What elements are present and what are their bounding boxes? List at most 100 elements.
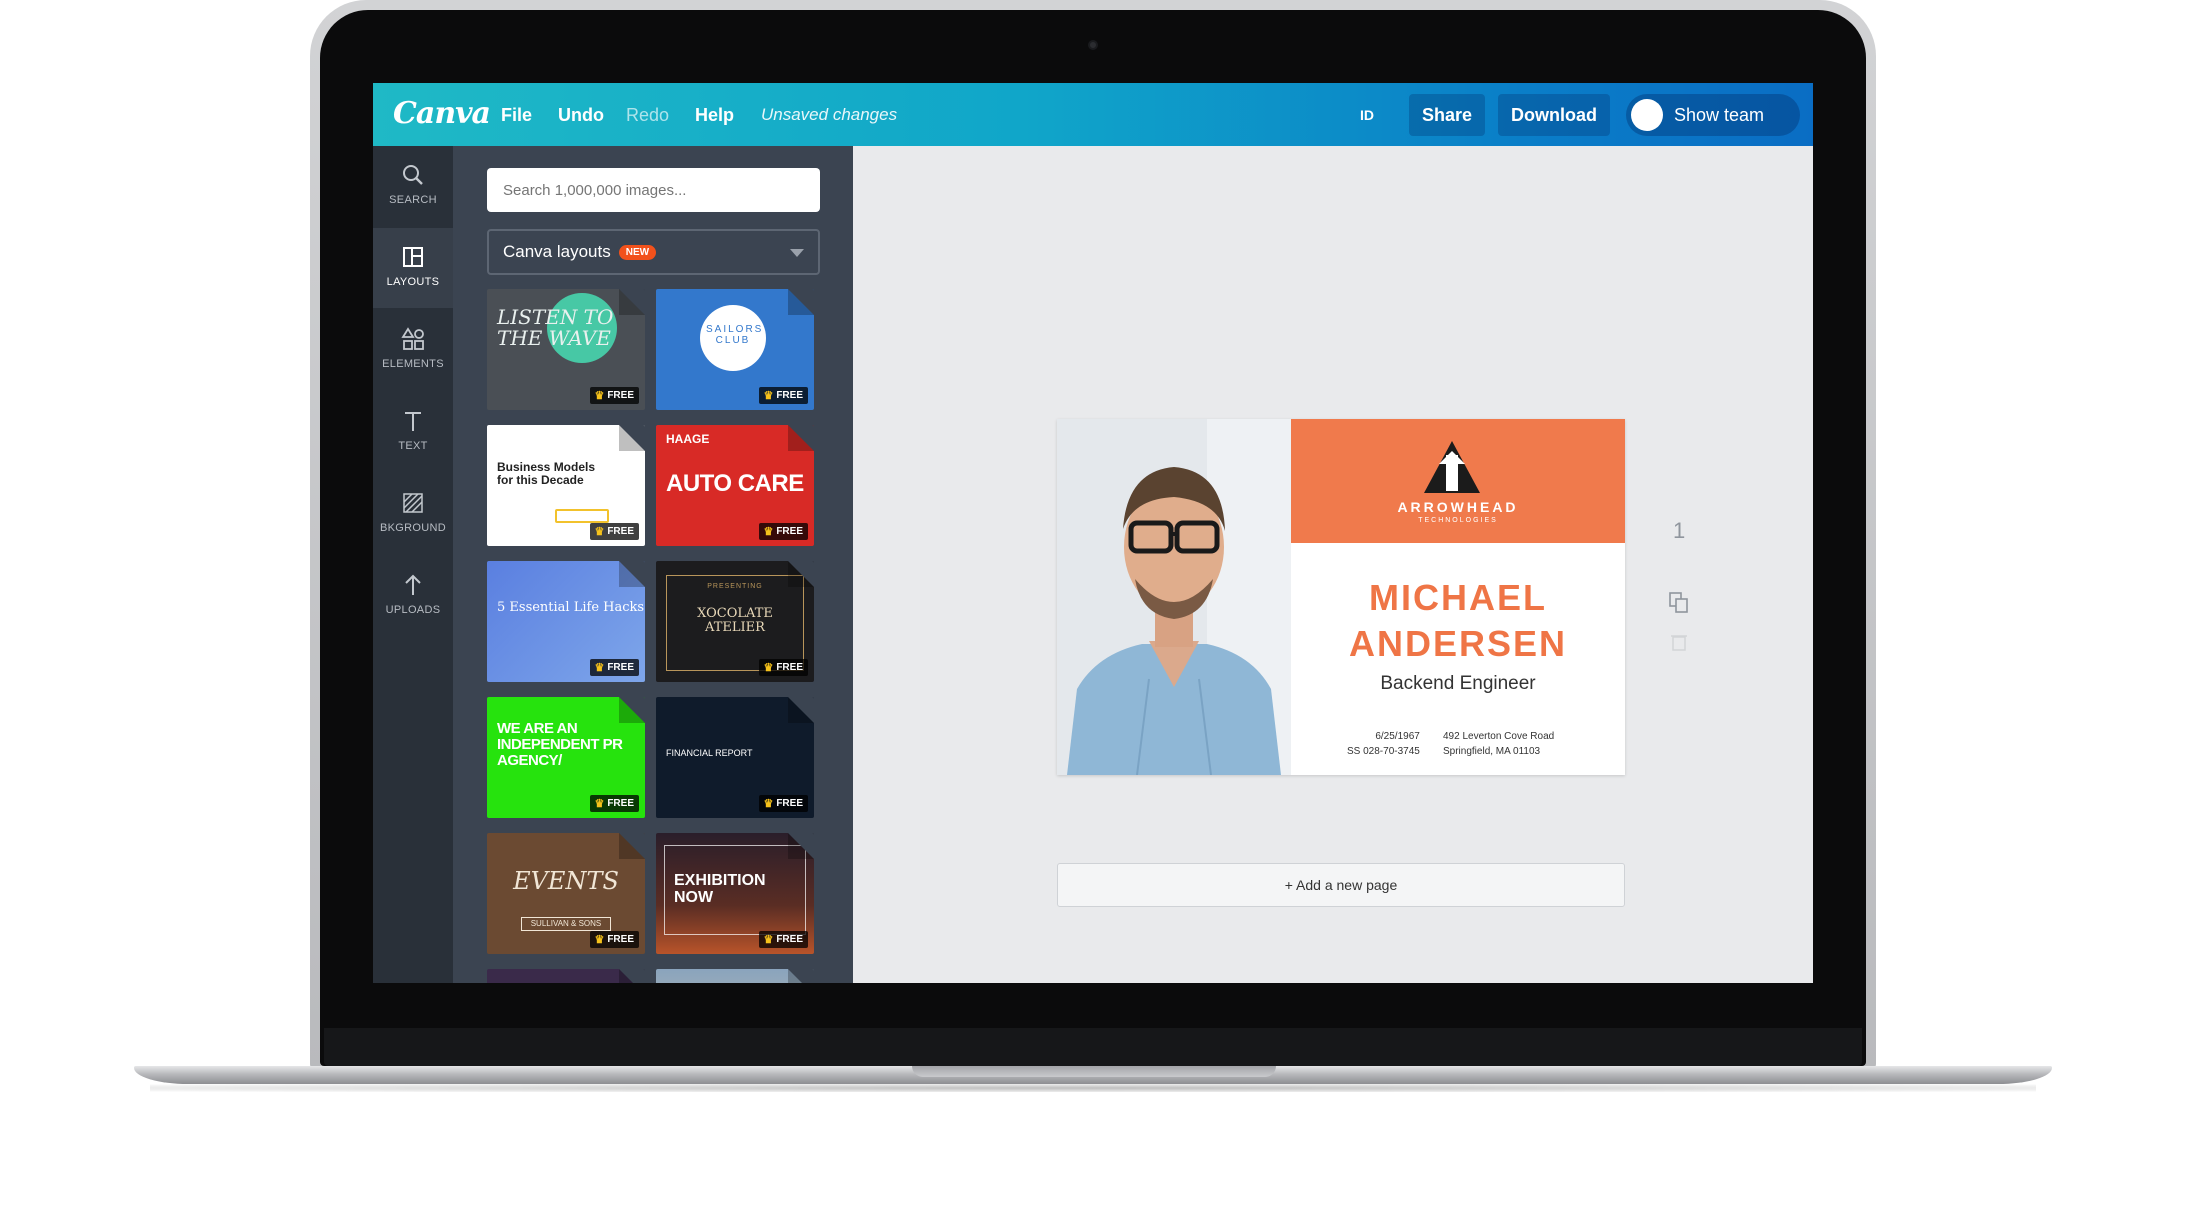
layouts-dropdown[interactable]: Canva layouts NEW: [487, 229, 820, 275]
id-label[interactable]: ID: [1353, 94, 1381, 136]
show-team-button[interactable]: Show team: [1626, 94, 1800, 136]
rail-label-uploads: UPLOADS: [385, 604, 441, 616]
template-subtitle: HAAGE: [666, 432, 710, 446]
company-name[interactable]: ARROWHEAD: [1291, 499, 1625, 515]
template-title: AUTO CARE: [666, 470, 804, 497]
employee-name[interactable]: MICHAEL ANDERSEN: [1291, 575, 1625, 667]
template-thumbnail[interactable]: [656, 969, 814, 983]
arrow-shaft: [1446, 455, 1458, 491]
free-label: FREE: [776, 798, 803, 809]
free-badge: ♛ FREE: [759, 523, 808, 540]
template-title: Business Models for this Decade: [497, 460, 596, 487]
first-name: MICHAEL: [1369, 577, 1547, 618]
rail-item-uploads[interactable]: UPLOADS: [373, 556, 453, 636]
free-label: FREE: [607, 934, 634, 945]
address-line-2: Springfield, MA 01103: [1443, 746, 1541, 757]
image-search-input[interactable]: [487, 168, 820, 212]
template-title: EVENTS: [513, 867, 619, 895]
template-thumbnail[interactable]: 5 Essential Life Hacks ♛ FREE: [487, 561, 645, 682]
tool-rail: SEARCH LAYOUTS ELEMENTS TEXT BKGROUND UP…: [373, 146, 453, 983]
rail-item-text[interactable]: TEXT: [373, 392, 453, 472]
template-thumbnail[interactable]: [487, 969, 645, 983]
rail-item-elements[interactable]: ELEMENTS: [373, 310, 453, 390]
laptop-shadow: [150, 1084, 2036, 1092]
free-badge: ♛ FREE: [759, 387, 808, 404]
rail-item-layouts[interactable]: LAYOUTS: [373, 228, 453, 308]
menu-redo[interactable]: Redo: [626, 105, 669, 126]
portrait-photo[interactable]: [1057, 419, 1291, 775]
design-canvas-area[interactable]: ARROWHEAD TECHNOLOGIES MICHAEL ANDERSEN …: [853, 146, 1813, 983]
crown-icon: ♛: [594, 526, 605, 538]
template-thumbnail[interactable]: FINANCIAL REPORT ♛ FREE: [656, 697, 814, 818]
template-thumbnail[interactable]: Business Models for this Decade ♛ FREE: [487, 425, 645, 546]
save-status: Unsaved changes: [761, 105, 898, 124]
last-name: ANDERSEN: [1348, 623, 1568, 664]
rail-label-layouts: LAYOUTS: [386, 276, 440, 288]
template-thumbnail[interactable]: PRESENTING XOCOLATE ATELIER ♛ FREE: [656, 561, 814, 682]
template-thumbnail[interactable]: WE ARE AN INDEPENDENT PR AGENCY/ ♛ FREE: [487, 697, 645, 818]
employee-role[interactable]: Backend Engineer: [1291, 673, 1625, 695]
company-header-block[interactable]: ARROWHEAD TECHNOLOGIES: [1291, 419, 1625, 543]
background-pattern-icon: [403, 493, 423, 513]
menu-undo[interactable]: Undo: [558, 105, 604, 126]
free-badge: ♛ FREE: [590, 659, 639, 676]
webcam-icon: [1088, 40, 1098, 50]
crown-icon: ♛: [763, 798, 774, 810]
free-badge: ♛ FREE: [590, 523, 639, 540]
free-badge: ♛ FREE: [759, 659, 808, 676]
template-thumbnail[interactable]: EVENTS SULLIVAN & SONS ♛ FREE: [487, 833, 645, 954]
template-thumbnail[interactable]: SAILORS CLUB ♛ FREE: [656, 289, 814, 410]
share-button[interactable]: Share: [1409, 94, 1485, 136]
address-line-1: 492 Leverton Cove Road: [1443, 731, 1555, 742]
template-thumbnail[interactable]: EXHIBITION NOW ♛ FREE: [656, 833, 814, 954]
company-subtitle[interactable]: TECHNOLOGIES: [1291, 517, 1625, 524]
crown-icon: ♛: [594, 798, 605, 810]
personal-details[interactable]: 6/25/1967 SS 028-70-3745: [1347, 729, 1420, 759]
add-new-page-button[interactable]: + Add a new page: [1057, 863, 1625, 907]
rail-item-background[interactable]: BKGROUND: [373, 474, 453, 554]
menu-help[interactable]: Help: [695, 105, 734, 126]
rail-label-text: TEXT: [398, 440, 428, 452]
text-icon: [405, 412, 421, 431]
show-team-label: Show team: [1674, 104, 1765, 125]
canva-logo[interactable]: Canva: [393, 96, 491, 131]
template-subtitle: SULLIVAN & SONS: [521, 917, 611, 932]
free-badge: ♛ FREE: [590, 795, 639, 812]
free-label: FREE: [776, 526, 803, 537]
person-illustration: [1057, 419, 1291, 775]
rail-label-elements: ELEMENTS: [382, 358, 444, 370]
date-of-birth: 6/25/1967: [1375, 731, 1420, 742]
free-badge: ♛ FREE: [590, 931, 639, 948]
free-label: FREE: [607, 526, 634, 537]
page-number: 1: [1673, 518, 1686, 543]
menu-file[interactable]: File: [501, 105, 532, 126]
template-thumbnail[interactable]: HAAGE AUTO CARE ♛ FREE: [656, 425, 814, 546]
top-bar: Canva File Undo Redo Help Unsaved change…: [373, 83, 1813, 146]
layouts-panel: Canva layouts NEW LISTEN TO THE WAVE ♛FR…: [453, 146, 853, 983]
rail-item-search[interactable]: SEARCH: [373, 146, 453, 226]
free-label: FREE: [776, 662, 803, 673]
trash-icon[interactable]: [1671, 633, 1687, 651]
template-thumbnail[interactable]: LISTEN TO THE WAVE ♛ FREE: [487, 289, 645, 410]
chevron-down-icon: [790, 249, 804, 257]
shapes-icon: [401, 327, 424, 350]
free-label: FREE: [607, 662, 634, 673]
crown-icon: ♛: [763, 934, 774, 946]
crown-icon: ♛: [763, 390, 774, 402]
search-icon: [403, 165, 423, 185]
free-badge: ♛ FREE: [759, 931, 808, 948]
laptop-chin: [324, 1028, 1862, 1066]
app-screen: Canva File Undo Redo Help Unsaved change…: [373, 83, 1813, 983]
address-details[interactable]: 492 Leverton Cove Road Springfield, MA 0…: [1443, 729, 1554, 759]
social-security: SS 028-70-3745: [1347, 746, 1420, 757]
id-card-design[interactable]: ARROWHEAD TECHNOLOGIES MICHAEL ANDERSEN …: [1057, 419, 1625, 775]
rail-label-search: SEARCH: [389, 194, 437, 206]
free-label: FREE: [776, 934, 803, 945]
template-title: XOCOLATE ATELIER: [697, 606, 773, 635]
duplicate-page-icon[interactable]: [1669, 592, 1689, 614]
layouts-icon: [403, 247, 423, 267]
free-label: FREE: [607, 390, 634, 401]
laptop-notch: [912, 1066, 1276, 1077]
download-button[interactable]: Download: [1498, 94, 1610, 136]
crown-icon: ♛: [594, 390, 605, 402]
